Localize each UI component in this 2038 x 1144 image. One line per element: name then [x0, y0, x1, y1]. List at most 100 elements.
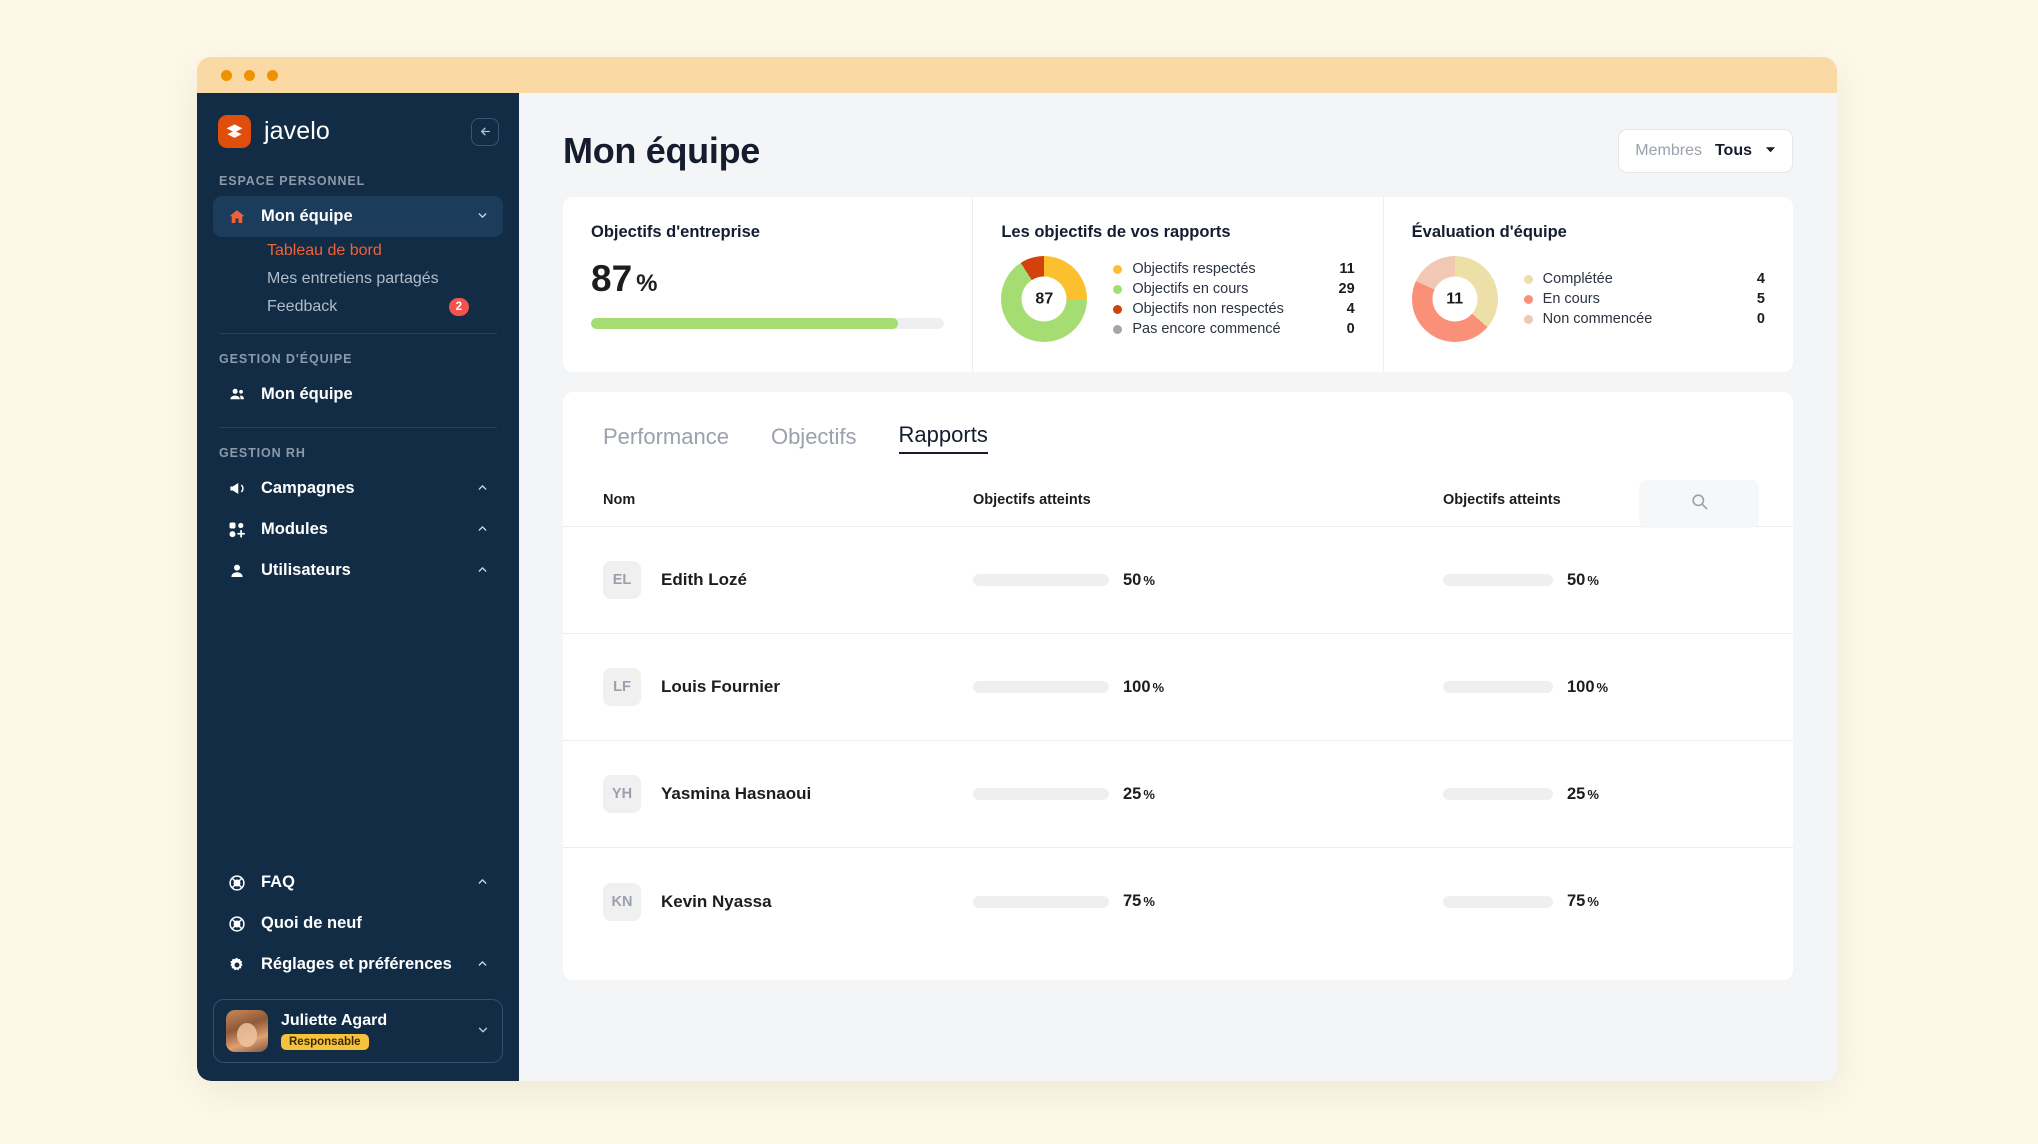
- lifebuoy-icon: [227, 874, 247, 892]
- legend-color-swatch: [1113, 284, 1123, 294]
- table-row[interactable]: LF Louis Fournier 100% 100%: [563, 634, 1793, 741]
- legend-color-swatch: [1113, 264, 1123, 274]
- progress-track: [1443, 895, 1553, 908]
- sidebar-subitem-feedback[interactable]: Feedback 2: [197, 293, 519, 321]
- evaluation-legend: Complétée 4 En cours 5 Non commencée 0: [1523, 269, 1765, 329]
- search-icon: [1690, 492, 1709, 516]
- evaluation-donut-center: 11: [1432, 276, 1478, 322]
- table-row[interactable]: YH Yasmina Hasnaoui 25% 25%: [563, 741, 1793, 848]
- table-body: EL Edith Lozé 50% 50% LF Louis Fournier 100% 10…: [563, 527, 1793, 955]
- search-input[interactable]: [1639, 480, 1759, 528]
- reports-panel: Performance Objectifs Rapports Nom Objecti…: [563, 392, 1793, 980]
- lifebuoy-icon: [227, 915, 247, 933]
- brand-name: javelo: [264, 117, 330, 145]
- tab-objectifs[interactable]: Objectifs: [771, 424, 857, 454]
- user-name: Juliette Agard: [281, 1012, 388, 1029]
- brand: javelo: [197, 93, 519, 156]
- arrow-left-icon[interactable]: [471, 117, 499, 146]
- progress-track: [973, 574, 1109, 586]
- sidebar-item-modules[interactable]: Modules: [213, 509, 503, 550]
- avatar-initials: LF: [603, 668, 641, 706]
- sidebar-item-faq[interactable]: FAQ: [213, 862, 503, 903]
- cell-name: LF Louis Fournier: [603, 668, 973, 706]
- tab-performance[interactable]: Performance: [603, 424, 729, 454]
- window-minimize-dot[interactable]: [244, 69, 255, 81]
- cell-objectifs-atteints-2: 50%: [1443, 571, 1643, 590]
- progress-track: [1443, 681, 1553, 693]
- reports-donut-center: 87: [1021, 276, 1067, 322]
- progress-label: 75%: [1123, 892, 1155, 910]
- person-name: Louis Fournier: [661, 677, 780, 696]
- gear-icon: [227, 956, 247, 974]
- sidebar-item-label: Utilisateurs: [261, 561, 351, 579]
- legend-label: Pas encore commencé: [1132, 321, 1281, 337]
- progress-track: [973, 788, 1109, 800]
- progress-label: 75%: [1567, 892, 1599, 910]
- page-header: Mon équipe Membres Tous: [563, 129, 1793, 173]
- tab-rapports[interactable]: Rapports: [898, 422, 988, 454]
- card-title: Les objectifs de vos rapports: [1001, 223, 1231, 241]
- progress-label: 25%: [1567, 784, 1599, 803]
- window-maximize-dot[interactable]: [267, 69, 278, 81]
- section-label-espace-personnel: ESPACE PERSONNEL: [219, 174, 366, 188]
- legend-value: 4: [1756, 271, 1765, 287]
- sidebar-item-label: FAQ: [261, 873, 295, 891]
- user-profile-card[interactable]: Juliette Agard Responsable: [213, 999, 503, 1063]
- progress-label: 50%: [1567, 570, 1599, 589]
- members-filter-dropdown[interactable]: Membres Tous: [1618, 129, 1793, 173]
- legend-item: Objectifs non respectés 4: [1113, 299, 1355, 319]
- sidebar: javelo ESPACE PERSONNEL Mon équipe Table…: [197, 93, 519, 1081]
- people-icon: [227, 385, 247, 404]
- progress-track: [973, 895, 1109, 908]
- reports-donut-chart: 87: [1001, 256, 1088, 342]
- legend-value: 5: [1756, 291, 1765, 307]
- sidebar-item-campagnes[interactable]: Campagnes: [213, 468, 503, 509]
- card-evaluation-equipe: Évaluation d'équipe 11 Complétée 4 En cour…: [1384, 197, 1793, 372]
- javelo-stack-logo: [218, 115, 251, 148]
- sidebar-subitem-label: Feedback: [267, 298, 338, 315]
- reports-legend: Objectifs respectés 11 Objectifs en cours 2…: [1113, 259, 1355, 339]
- legend-item: Non commencée 0: [1523, 309, 1765, 329]
- cell-objectifs-atteints-2: 75%: [1443, 892, 1643, 911]
- legend-label: En cours: [1542, 291, 1600, 307]
- card-title: Évaluation d'équipe: [1411, 223, 1567, 241]
- sidebar-item-quoi-de-neuf[interactable]: Quoi de neuf: [213, 903, 503, 944]
- cell-objectifs-atteints-1: 75%: [973, 892, 1443, 911]
- table-row[interactable]: EL Edith Lozé 50% 50%: [563, 527, 1793, 634]
- avatar-initials: YH: [603, 775, 641, 813]
- cell-objectifs-atteints-2: 100%: [1443, 678, 1643, 697]
- sidebar-subitem-mes-entretiens-partages[interactable]: Mes entretiens partagés: [197, 265, 519, 293]
- chevron-up-icon: [476, 563, 489, 579]
- sidebar-subitem-label: Mes entretiens partagés: [267, 270, 439, 287]
- sidebar-item-label: Quoi de neuf: [261, 914, 362, 932]
- sidebar-item-reglages-et-preferences[interactable]: Réglages et préférences: [213, 944, 503, 985]
- sidebar-item-mon-equipe-gestion[interactable]: Mon équipe: [213, 374, 503, 415]
- sidebar-item-label: Réglages et préférences: [261, 955, 452, 973]
- cell-objectifs-atteints-2: 25%: [1443, 785, 1643, 804]
- legend-color-swatch: [1113, 324, 1123, 334]
- modules-grid-icon: [227, 521, 247, 539]
- avatar: [226, 1010, 268, 1052]
- sidebar-item-utilisateurs[interactable]: Utilisateurs: [213, 550, 503, 591]
- legend-label: Complétée: [1542, 271, 1613, 287]
- card-objectifs-rapports: Les objectifs de vos rapports 87 Objecti…: [973, 197, 1384, 372]
- avatar-initials: EL: [603, 561, 641, 599]
- company-objectives-number: 87: [591, 258, 633, 299]
- main-content: Mon équipe Membres Tous Objectifs d'entr…: [519, 93, 1837, 1081]
- person-name: Kevin Nyassa: [661, 891, 772, 911]
- section-label-gestion-rh: GESTION RH: [219, 446, 306, 460]
- legend-color-swatch: [1113, 304, 1123, 314]
- table-row[interactable]: KN Kevin Nyassa 75% 75%: [563, 848, 1793, 955]
- chevron-up-icon: [476, 957, 489, 973]
- cell-name: EL Edith Lozé: [603, 561, 973, 599]
- legend-value: 4: [1346, 301, 1355, 317]
- home-icon: [227, 208, 247, 226]
- sidebar-subitem-tableau-de-bord[interactable]: Tableau de bord: [197, 237, 519, 265]
- chevron-down-icon[interactable]: [476, 1023, 490, 1040]
- chevron-up-icon: [476, 481, 489, 497]
- section-label-gestion-equipe: GESTION D'ÉQUIPE: [219, 352, 353, 366]
- cell-name: KN Kevin Nyassa: [603, 882, 973, 921]
- sidebar-item-mon-equipe-personnel[interactable]: Mon équipe: [213, 196, 503, 237]
- sidebar-subitem-label: Tableau de bord: [267, 242, 382, 259]
- window-close-dot[interactable]: [221, 69, 232, 81]
